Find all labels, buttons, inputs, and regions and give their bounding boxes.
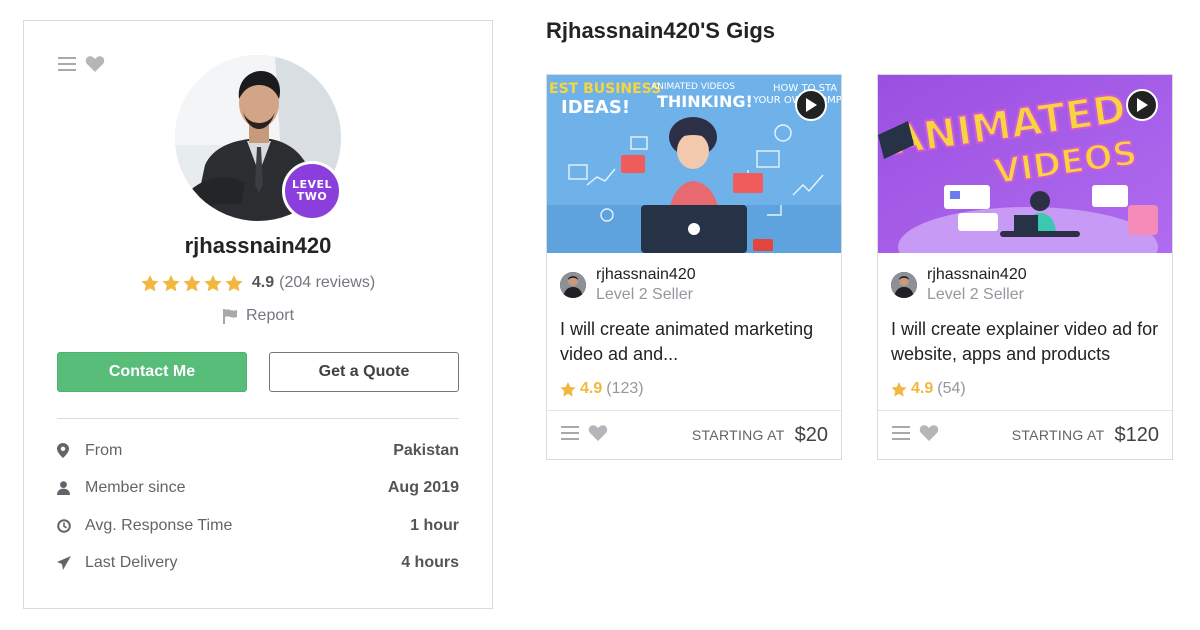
rating-score: 4.9 bbox=[251, 274, 275, 291]
star-rating bbox=[141, 274, 243, 292]
gig-price[interactable]: $120 bbox=[1115, 424, 1160, 447]
star-icon bbox=[204, 274, 222, 291]
avatar[interactable] bbox=[891, 272, 917, 298]
gig-rating: 4.9 (123) bbox=[560, 380, 644, 398]
clock-icon bbox=[57, 518, 85, 533]
profile-rating: 4.9 (204 reviews) bbox=[24, 274, 492, 292]
stat-value: Pakistan bbox=[393, 441, 459, 459]
gig-thumbnail[interactable]: EST BUSINESS IDEAS! ANIMATED VIDEOS THIN… bbox=[547, 75, 841, 253]
gig-thumbnail[interactable]: ANIMATED VIDEOS bbox=[878, 75, 1172, 253]
seller-level: Level 2 Seller bbox=[927, 286, 1024, 303]
gig-rating-score: 4.9 bbox=[580, 380, 603, 397]
profile-username[interactable]: rjhassnain420 bbox=[24, 233, 492, 259]
heart-icon[interactable] bbox=[919, 424, 939, 447]
gig-footer: STARTING AT $20 bbox=[547, 410, 841, 459]
gig-price[interactable]: $20 bbox=[795, 424, 828, 447]
get-a-quote-button[interactable]: Get a Quote bbox=[269, 352, 459, 392]
stat-value: Aug 2019 bbox=[387, 479, 459, 497]
report-link[interactable]: Report bbox=[24, 307, 492, 325]
play-icon bbox=[1137, 98, 1148, 112]
stat-label: Avg. Response Time bbox=[85, 516, 233, 534]
star-icon bbox=[891, 381, 907, 396]
play-video-button[interactable] bbox=[795, 89, 827, 121]
star-icon bbox=[162, 274, 180, 291]
report-label: Report bbox=[245, 307, 295, 324]
stat-label: From bbox=[85, 441, 123, 459]
paper-plane-icon bbox=[57, 556, 85, 571]
play-video-button[interactable] bbox=[1126, 89, 1158, 121]
heart-icon[interactable] bbox=[588, 424, 608, 447]
seller-name[interactable]: rjhassnain420 bbox=[927, 265, 1027, 285]
list-menu-icon[interactable] bbox=[891, 425, 911, 446]
seller-level-badge: LEVEL TWO bbox=[282, 161, 342, 221]
thumb-text: IDEAS! bbox=[561, 97, 630, 118]
starting-at-label: STARTING AT bbox=[1011, 427, 1105, 443]
location-pin-icon bbox=[57, 443, 85, 459]
gig-actions bbox=[560, 424, 692, 447]
gig-rating: 4.9 (54) bbox=[891, 380, 966, 398]
gig-title-link[interactable]: I will create animated marketing video a… bbox=[560, 317, 832, 367]
seller-text: rjhassnain420 Level 2 Seller bbox=[596, 265, 696, 305]
stat-row-last-delivery: Last Delivery 4 hours bbox=[57, 545, 459, 583]
gig-seller-info: rjhassnain420 Level 2 Seller bbox=[891, 265, 1027, 305]
list-menu-icon[interactable] bbox=[57, 56, 77, 77]
gig-actions bbox=[891, 424, 1012, 447]
flag-icon bbox=[222, 308, 237, 324]
gigs-section-title: Rjhassnain420'S Gigs bbox=[546, 18, 775, 43]
seller-level: Level 2 Seller bbox=[596, 286, 693, 303]
gig-rating-count: (123) bbox=[606, 380, 644, 397]
thumb-text: EST BUSINESS bbox=[549, 81, 661, 97]
contact-me-button[interactable]: Contact Me bbox=[57, 352, 247, 392]
star-icon bbox=[141, 274, 159, 291]
stat-value: 1 hour bbox=[410, 516, 459, 534]
list-menu-icon[interactable] bbox=[560, 425, 580, 446]
level-badge-line-2: TWO bbox=[296, 190, 328, 203]
gig-rating-count: (54) bbox=[937, 380, 966, 397]
seller-name[interactable]: rjhassnain420 bbox=[596, 265, 696, 285]
divider bbox=[57, 418, 459, 419]
seller-profile-card: LEVEL TWO rjhassnain420 4.9 (204 reviews… bbox=[23, 20, 493, 609]
stat-label: Last Delivery bbox=[85, 554, 178, 572]
thumb-text: ANIMATED VIDEOS bbox=[651, 82, 735, 92]
star-icon bbox=[183, 274, 201, 291]
gig-rating-score: 4.9 bbox=[911, 380, 934, 397]
user-icon bbox=[57, 481, 85, 496]
heart-icon[interactable] bbox=[85, 55, 105, 78]
play-icon bbox=[806, 98, 817, 112]
gig-card[interactable]: EST BUSINESS IDEAS! ANIMATED VIDEOS THIN… bbox=[546, 74, 842, 460]
stat-value: 4 hours bbox=[401, 554, 459, 572]
star-icon bbox=[560, 381, 576, 396]
seller-stats: From Pakistan Member since Aug 2019 Avg.… bbox=[57, 432, 459, 582]
starting-at-label: STARTING AT bbox=[691, 427, 785, 443]
profile-card-actions bbox=[57, 55, 105, 78]
stat-row-from: From Pakistan bbox=[57, 432, 459, 470]
gig-seller-info: rjhassnain420 Level 2 Seller bbox=[560, 265, 696, 305]
stat-label: Member since bbox=[85, 479, 186, 497]
star-icon bbox=[225, 274, 243, 291]
avatar[interactable] bbox=[560, 272, 586, 298]
rating-count[interactable]: (204 reviews) bbox=[279, 274, 375, 292]
gig-card[interactable]: ANIMATED VIDEOS rjhassnain420 Level 2 Se bbox=[877, 74, 1173, 460]
profile-avatar-wrapper: LEVEL TWO bbox=[175, 55, 342, 221]
gig-title-link[interactable]: I will create explainer video ad for web… bbox=[891, 317, 1163, 367]
seller-text: rjhassnain420 Level 2 Seller bbox=[927, 265, 1027, 305]
thumb-text: THINKING! bbox=[657, 92, 753, 111]
stat-row-response-time: Avg. Response Time 1 hour bbox=[57, 507, 459, 545]
gig-footer: STARTING AT $120 bbox=[878, 410, 1172, 459]
stat-row-member-since: Member since Aug 2019 bbox=[57, 470, 459, 508]
